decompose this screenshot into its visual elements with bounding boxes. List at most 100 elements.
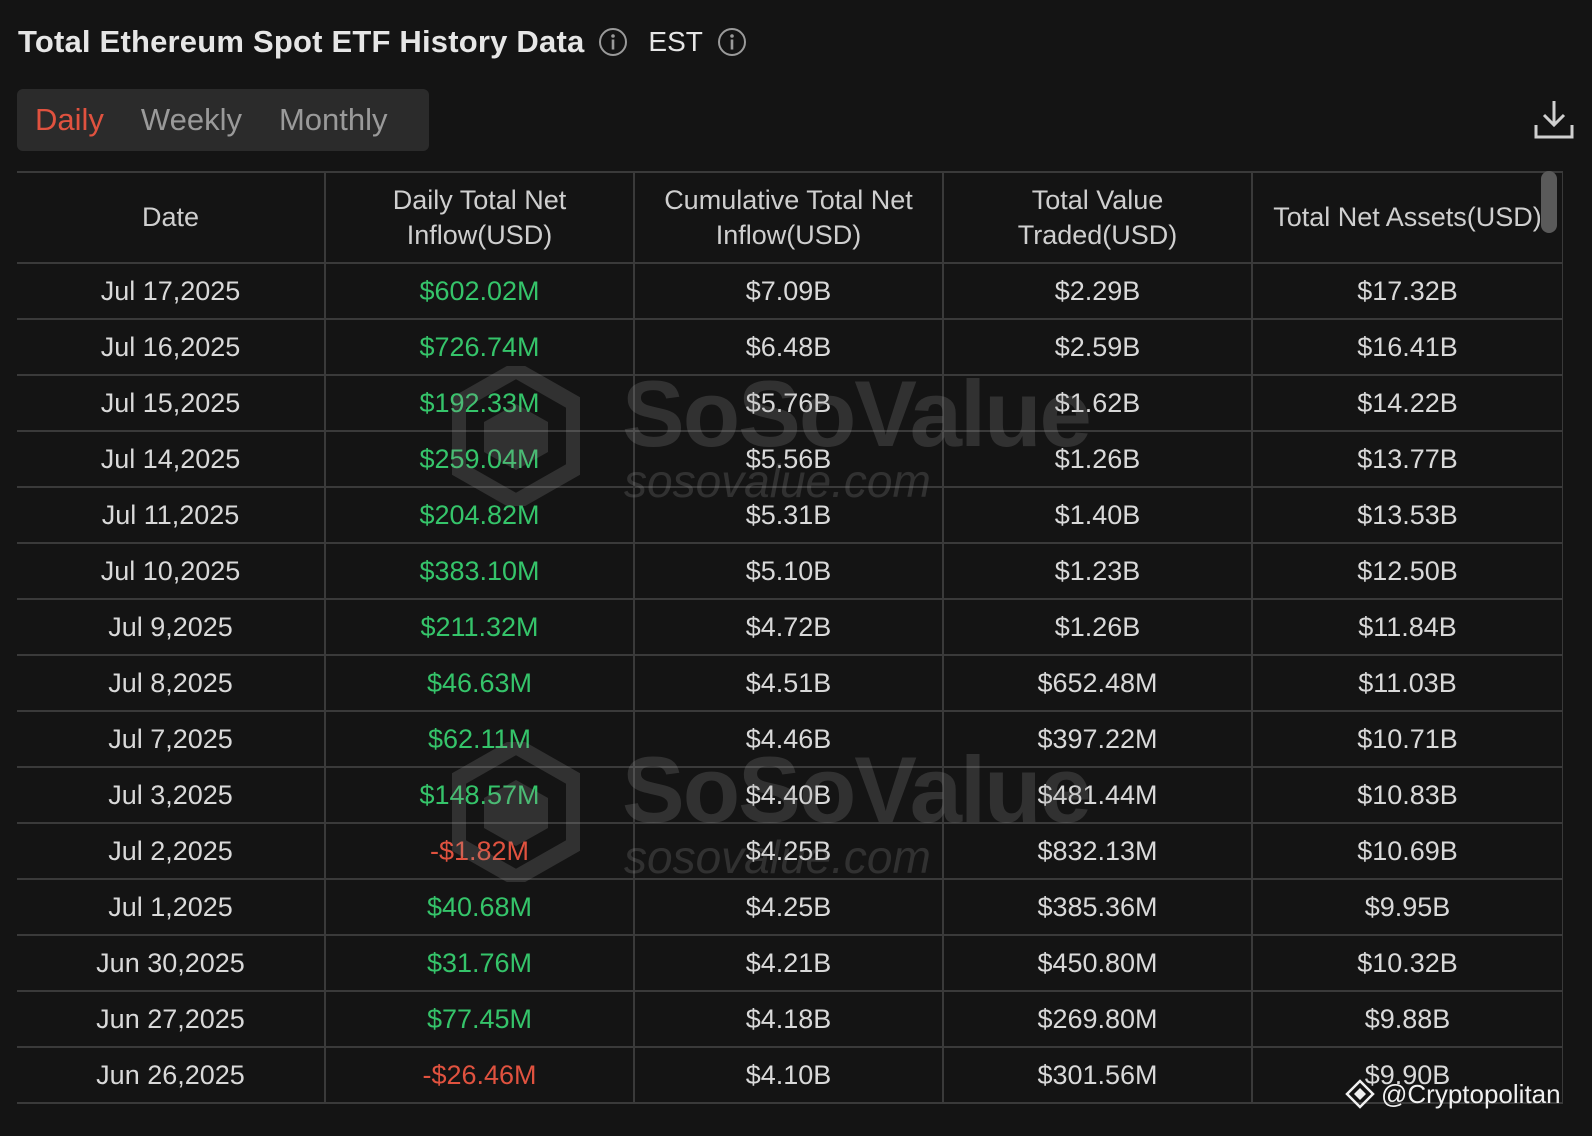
cell-total-value-traded: $652.48M — [943, 655, 1253, 712]
cell-cumulative-net-inflow: $4.40B — [634, 767, 944, 824]
cell-total-net-assets: $13.77B — [1252, 431, 1563, 488]
cell-total-net-assets: $9.88B — [1252, 991, 1563, 1048]
table-row[interactable]: Jul 7,2025 $62.11M $4.46B $397.22M $10.71B — [17, 711, 1563, 768]
cell-date: Jul 2,2025 — [17, 823, 326, 880]
credit-text: @Cryptopolitan — [1381, 1078, 1561, 1109]
cell-daily-net-inflow: -$26.46M — [325, 1047, 635, 1104]
cell-total-value-traded: $301.56M — [943, 1047, 1253, 1104]
cell-total-net-assets: $16.41B — [1252, 319, 1563, 376]
cell-date: Jul 14,2025 — [17, 431, 326, 488]
cell-total-value-traded: $450.80M — [943, 935, 1253, 992]
timezone-info-icon[interactable] — [717, 27, 747, 57]
table-row[interactable]: Jun 26,2025 -$26.46M $4.10B $301.56M $9.90B — [17, 1047, 1563, 1104]
cell-daily-net-inflow: $204.82M — [325, 487, 635, 544]
column-header-total-net-assets: Total Net Assets(USD) — [1252, 171, 1563, 264]
table-row[interactable]: Jun 27,2025 $77.45M $4.18B $269.80M $9.88B — [17, 991, 1563, 1048]
period-tabs: Daily Weekly Monthly — [17, 89, 429, 151]
cell-daily-net-inflow: -$1.82M — [325, 823, 635, 880]
cell-total-net-assets: $11.03B — [1252, 655, 1563, 712]
cell-total-value-traded: $1.62B — [943, 375, 1253, 432]
cell-date: Jun 27,2025 — [17, 991, 326, 1048]
cell-cumulative-net-inflow: $4.18B — [634, 991, 944, 1048]
cell-total-value-traded: $481.44M — [943, 767, 1253, 824]
table-row[interactable]: Jul 15,2025 $192.33M $5.76B $1.62B $14.22B — [17, 375, 1563, 432]
table-row[interactable]: Jul 2,2025 -$1.82M $4.25B $832.13M $10.69B — [17, 823, 1563, 880]
cell-date: Jul 11,2025 — [17, 487, 326, 544]
cell-cumulative-net-inflow: $7.09B — [634, 263, 944, 320]
cell-cumulative-net-inflow: $4.21B — [634, 935, 944, 992]
cell-date: Jul 9,2025 — [17, 599, 326, 656]
etf-history-table-container[interactable]: Date Daily Total Net Inflow(USD) Cumulat… — [17, 171, 1563, 1136]
column-header-date: Date — [17, 171, 326, 264]
cell-cumulative-net-inflow: $4.10B — [634, 1047, 944, 1104]
table-row[interactable]: Jul 3,2025 $148.57M $4.40B $481.44M $10.83B — [17, 767, 1563, 824]
cell-cumulative-net-inflow: $5.31B — [634, 487, 944, 544]
cell-total-value-traded: $2.59B — [943, 319, 1253, 376]
download-icon[interactable] — [1532, 97, 1576, 141]
cell-date: Jul 8,2025 — [17, 655, 326, 712]
table-header-row: Date Daily Total Net Inflow(USD) Cumulat… — [17, 171, 1563, 264]
cell-cumulative-net-inflow: $6.48B — [634, 319, 944, 376]
cell-daily-net-inflow: $602.02M — [325, 263, 635, 320]
cell-daily-net-inflow: $31.76M — [325, 935, 635, 992]
cell-cumulative-net-inflow: $4.25B — [634, 823, 944, 880]
tab-daily[interactable]: Daily — [35, 102, 104, 138]
table-scrollbar[interactable] — [1541, 171, 1557, 233]
tab-monthly[interactable]: Monthly — [279, 102, 388, 138]
table-row[interactable]: Jul 10,2025 $383.10M $5.10B $1.23B $12.50B — [17, 543, 1563, 600]
table-row[interactable]: Jul 9,2025 $211.32M $4.72B $1.26B $11.84B — [17, 599, 1563, 656]
cell-total-value-traded: $385.36M — [943, 879, 1253, 936]
credit-badge: @Cryptopolitan — [1345, 1077, 1561, 1111]
cell-date: Jul 10,2025 — [17, 543, 326, 600]
cell-total-net-assets: $11.84B — [1252, 599, 1563, 656]
cell-cumulative-net-inflow: $4.46B — [634, 711, 944, 768]
cell-total-value-traded: $269.80M — [943, 991, 1253, 1048]
table-row[interactable]: Jul 11,2025 $204.82M $5.31B $1.40B $13.53B — [17, 487, 1563, 544]
table-row[interactable]: Jul 8,2025 $46.63M $4.51B $652.48M $11.03B — [17, 655, 1563, 712]
etf-history-table: Date Daily Total Net Inflow(USD) Cumulat… — [17, 171, 1563, 1104]
cell-total-net-assets: $13.53B — [1252, 487, 1563, 544]
info-icon[interactable] — [598, 27, 628, 57]
cell-total-net-assets: $10.69B — [1252, 823, 1563, 880]
cell-date: Jun 30,2025 — [17, 935, 326, 992]
cell-total-net-assets: $10.71B — [1252, 711, 1563, 768]
cell-cumulative-net-inflow: $4.51B — [634, 655, 944, 712]
cell-daily-net-inflow: $62.11M — [325, 711, 635, 768]
cell-date: Jul 1,2025 — [17, 879, 326, 936]
cryptopolitan-logo-icon — [1345, 1079, 1375, 1109]
cell-cumulative-net-inflow: $4.25B — [634, 879, 944, 936]
cell-daily-net-inflow: $383.10M — [325, 543, 635, 600]
timezone-label: EST — [648, 26, 703, 57]
cell-cumulative-net-inflow: $5.56B — [634, 431, 944, 488]
cell-date: Jun 26,2025 — [17, 1047, 326, 1104]
table-row[interactable]: Jul 16,2025 $726.74M $6.48B $2.59B $16.41B — [17, 319, 1563, 376]
cell-total-value-traded: $1.26B — [943, 431, 1253, 488]
table-row[interactable]: Jul 1,2025 $40.68M $4.25B $385.36M $9.95B — [17, 879, 1563, 936]
cell-total-net-assets: $12.50B — [1252, 543, 1563, 600]
cell-cumulative-net-inflow: $5.10B — [634, 543, 944, 600]
cell-daily-net-inflow: $46.63M — [325, 655, 635, 712]
cell-total-value-traded: $1.26B — [943, 599, 1253, 656]
cell-total-value-traded: $1.23B — [943, 543, 1253, 600]
table-row[interactable]: Jun 30,2025 $31.76M $4.21B $450.80M $10.32B — [17, 935, 1563, 992]
table-row[interactable]: Jul 14,2025 $259.04M $5.56B $1.26B $13.77B — [17, 431, 1563, 488]
table-row[interactable]: Jul 17,2025 $602.02M $7.09B $2.29B $17.32B — [17, 263, 1563, 320]
cell-total-value-traded: $832.13M — [943, 823, 1253, 880]
cell-total-value-traded: $1.40B — [943, 487, 1253, 544]
cell-daily-net-inflow: $192.33M — [325, 375, 635, 432]
cell-date: Jul 16,2025 — [17, 319, 326, 376]
cell-daily-net-inflow: $259.04M — [325, 431, 635, 488]
cell-daily-net-inflow: $148.57M — [325, 767, 635, 824]
cell-total-net-assets: $10.83B — [1252, 767, 1563, 824]
cell-daily-net-inflow: $40.68M — [325, 879, 635, 936]
cell-date: Jul 17,2025 — [17, 263, 326, 320]
cell-total-net-assets: $9.95B — [1252, 879, 1563, 936]
cell-date: Jul 7,2025 — [17, 711, 326, 768]
cell-total-net-assets: $14.22B — [1252, 375, 1563, 432]
cell-cumulative-net-inflow: $5.76B — [634, 375, 944, 432]
column-header-total-value-traded: Total Value Traded(USD) — [943, 171, 1253, 264]
tab-weekly[interactable]: Weekly — [141, 102, 242, 138]
page-title: Total Ethereum Spot ETF History Data — [18, 24, 585, 59]
cell-total-net-assets: $17.32B — [1252, 263, 1563, 320]
cell-cumulative-net-inflow: $4.72B — [634, 599, 944, 656]
